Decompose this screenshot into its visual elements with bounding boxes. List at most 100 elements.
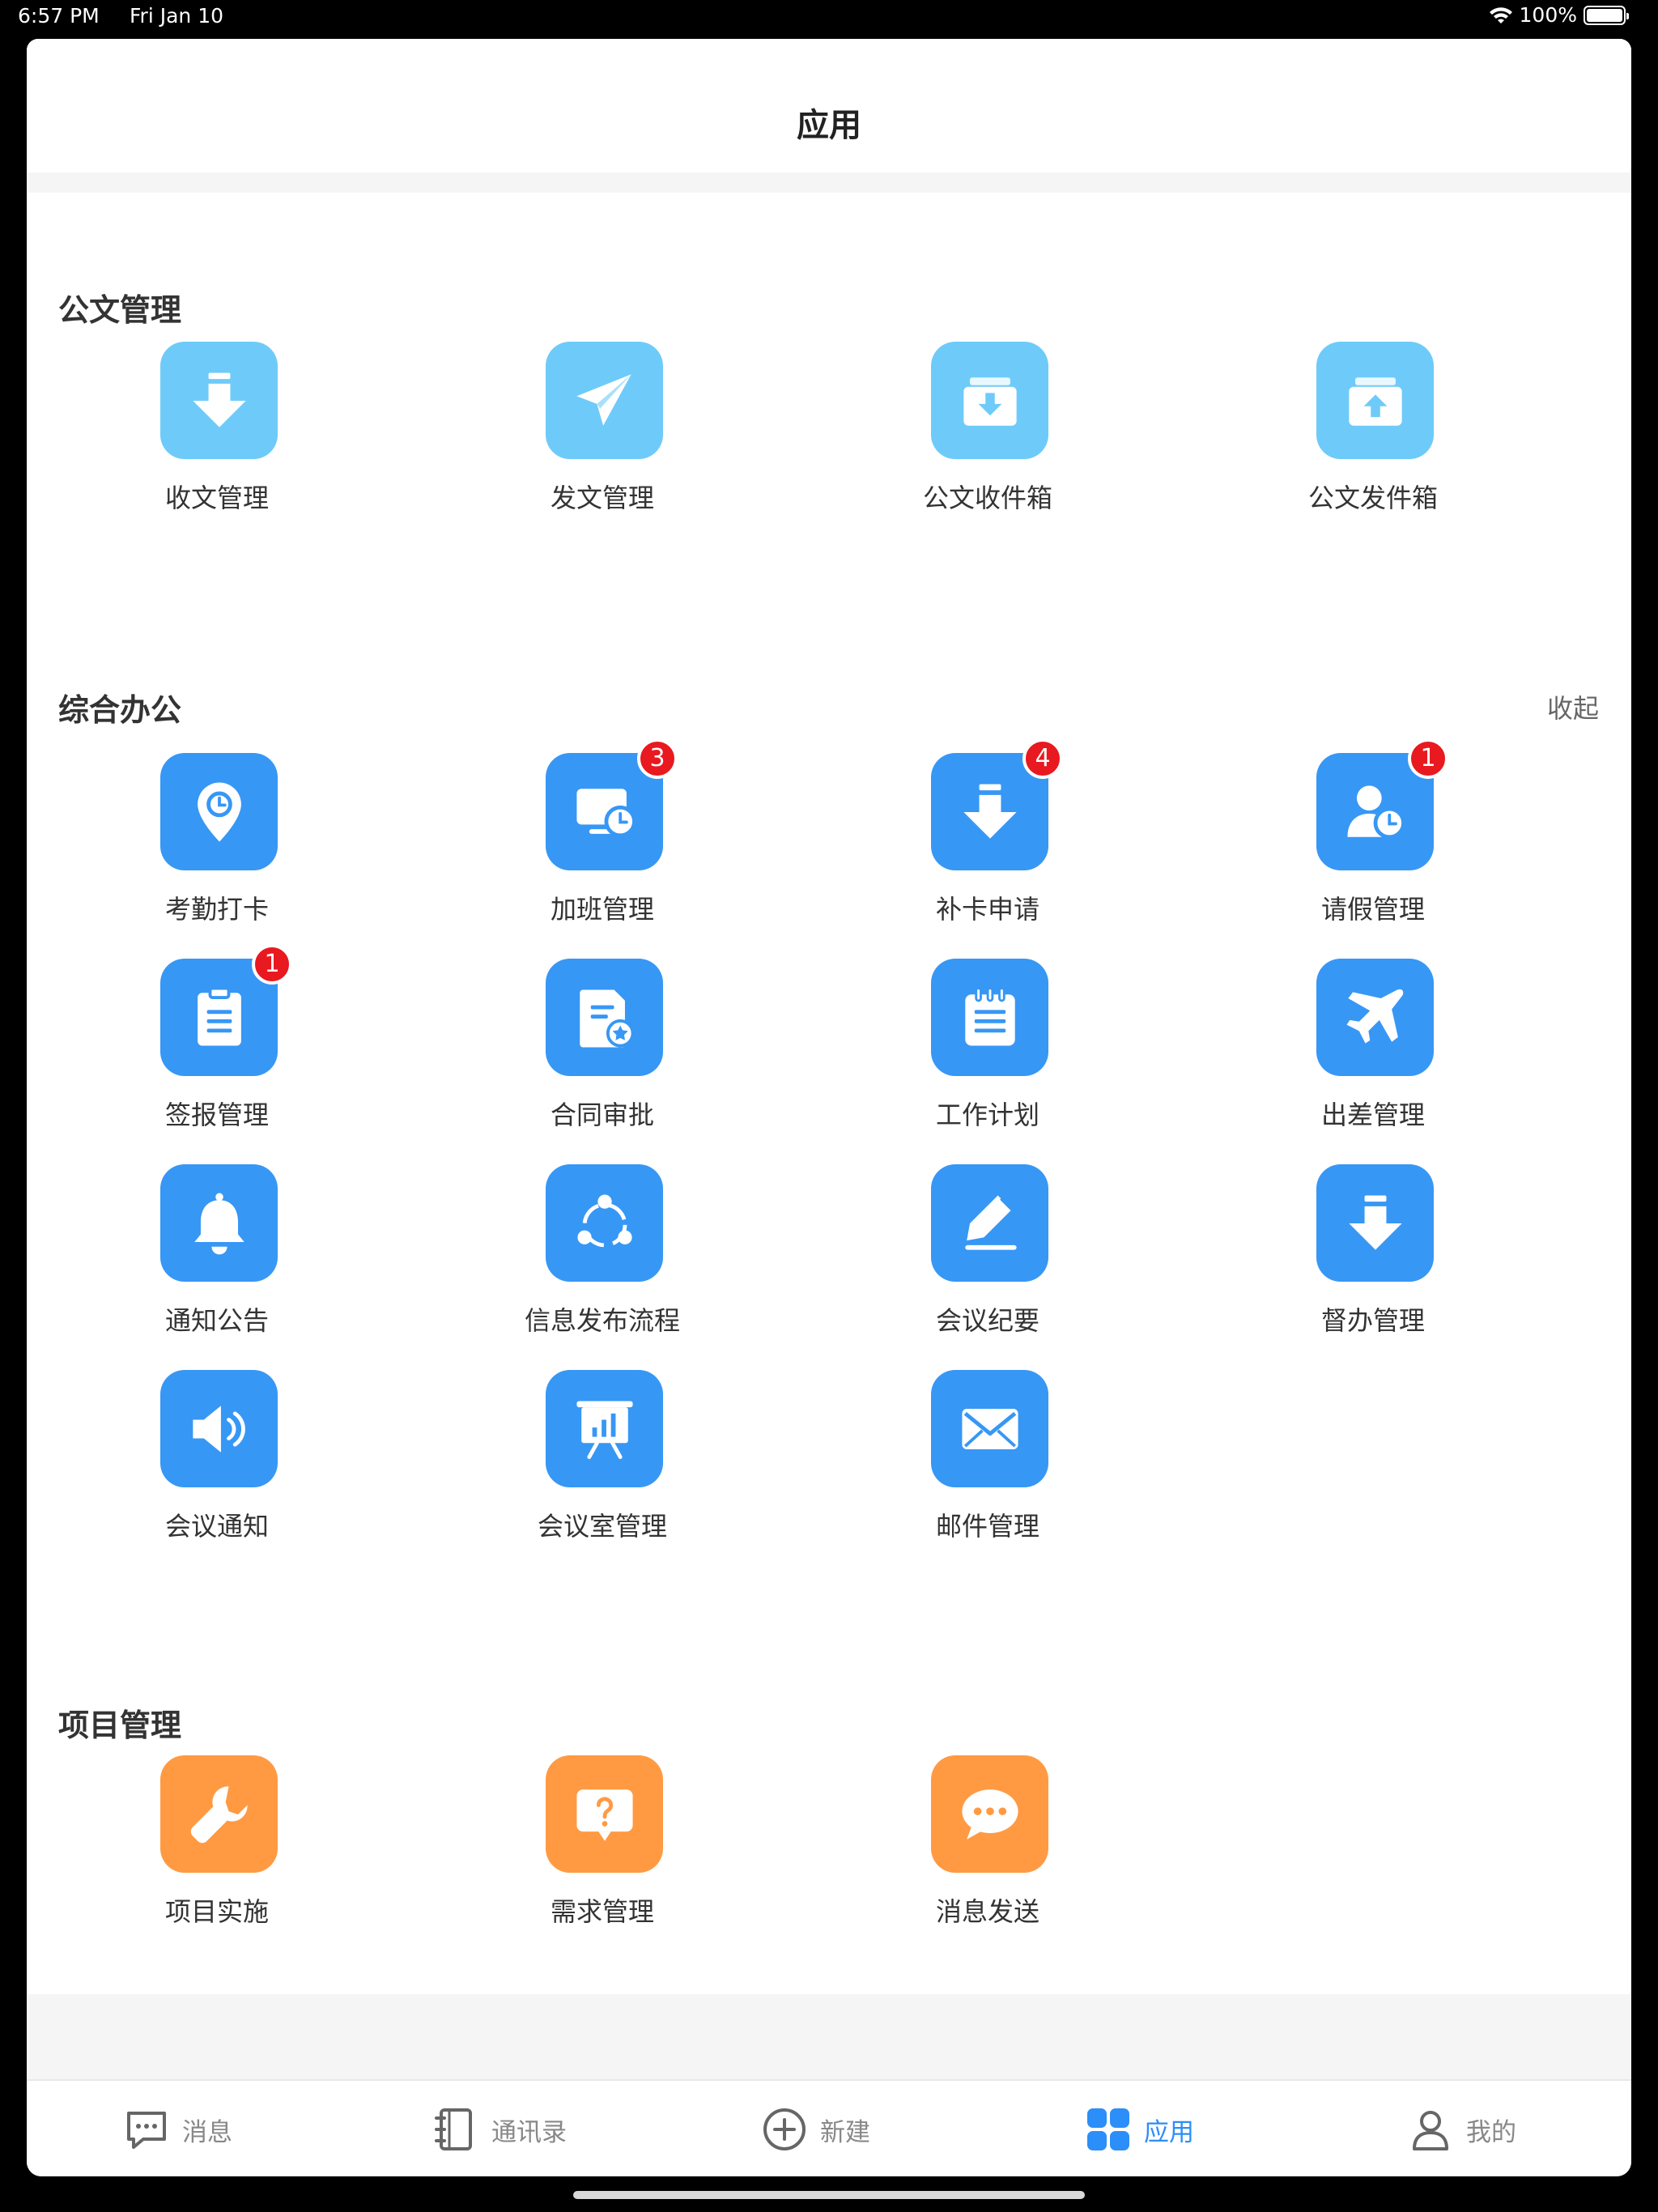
- app-label: 请假管理: [1320, 894, 1425, 925]
- battery-percent: 100%: [1519, 3, 1577, 27]
- app-label: 督办管理: [1320, 1305, 1425, 1336]
- app-minutes[interactable]: 会议纪要: [854, 1164, 1121, 1342]
- section-title-project: 项目管理: [58, 1708, 182, 1743]
- app-tile[interactable]: [160, 342, 278, 459]
- section-title-office: 综合办公: [58, 692, 182, 728]
- app-info-publish[interactable]: 信息发布流程: [469, 1164, 736, 1342]
- battery-icon: [1584, 5, 1629, 25]
- app-tile[interactable]: [160, 1164, 278, 1282]
- app-screen: 应用 公文管理 收文管理 发文管理 公文收件箱 公文发件箱 综合办公 收起 考勤…: [27, 39, 1631, 2176]
- app-business-trip[interactable]: 出差管理: [1239, 959, 1507, 1137]
- app-attendance[interactable]: 考勤打卡: [83, 753, 351, 931]
- app-tile[interactable]: [1316, 342, 1434, 459]
- inbox-box-icon: [963, 376, 1017, 426]
- tab-messages[interactable]: 消息: [122, 2081, 232, 2176]
- status-time: 6:57 PM: [18, 4, 100, 28]
- app-mail[interactable]: 邮件管理: [854, 1370, 1121, 1548]
- app-label: 会议室管理: [537, 1511, 667, 1542]
- app-requirement[interactable]: 需求管理: [469, 1755, 736, 1933]
- app-send-doc[interactable]: 发文管理: [469, 342, 736, 520]
- app-leave[interactable]: 1 请假管理: [1239, 738, 1507, 931]
- wifi-icon: [1489, 6, 1512, 23]
- app-work-plan[interactable]: 工作计划: [854, 959, 1121, 1137]
- tab-label: 通讯录: [491, 2117, 567, 2147]
- app-tile[interactable]: [1316, 1164, 1434, 1282]
- app-tile[interactable]: [931, 1755, 1048, 1873]
- envelope-icon: [961, 1408, 1018, 1449]
- tab-contacts[interactable]: 通讯录: [432, 2081, 567, 2176]
- app-tile[interactable]: [931, 1164, 1048, 1282]
- outbox-box-icon: [1348, 376, 1402, 426]
- app-receive-doc[interactable]: 收文管理: [83, 342, 351, 520]
- app-tile[interactable]: [931, 1370, 1048, 1487]
- app-card-fix[interactable]: 4 补卡申请: [854, 738, 1121, 931]
- app-tile[interactable]: [931, 959, 1048, 1076]
- app-label: 消息发送: [935, 1896, 1039, 1927]
- share-circle-icon: [576, 1193, 632, 1247]
- tab-label: 新建: [820, 2117, 870, 2147]
- app-tile[interactable]: [160, 1370, 278, 1487]
- notification-badge: 4: [1022, 738, 1063, 779]
- section-title-official-docs: 公文管理: [58, 292, 182, 328]
- app-doc-inbox[interactable]: 公文收件箱: [854, 342, 1121, 520]
- app-tile[interactable]: [546, 1370, 663, 1487]
- app-notice[interactable]: 通知公告: [83, 1164, 351, 1342]
- speaker-icon: [192, 1405, 245, 1453]
- app-meeting-room[interactable]: 会议室管理: [469, 1370, 736, 1548]
- tab-mine[interactable]: 我的: [1406, 2081, 1516, 2176]
- message-icon: [127, 2112, 166, 2149]
- notification-badge: 1: [1408, 738, 1448, 779]
- home-indicator: [573, 2191, 1085, 2199]
- app-tile[interactable]: [160, 753, 278, 870]
- app-label: 工作计划: [935, 1100, 1039, 1130]
- app-tile[interactable]: [931, 342, 1048, 459]
- question-bubble-icon: [576, 1789, 633, 1841]
- app-tile[interactable]: [546, 342, 663, 459]
- app-tile[interactable]: [160, 1755, 278, 1873]
- app-label: 会议通知: [164, 1511, 269, 1542]
- download-arrow-icon: [1348, 1194, 1402, 1250]
- airplane-icon: [1346, 989, 1403, 1044]
- app-label: 补卡申请: [935, 894, 1039, 925]
- apps-grid-icon: [1087, 2108, 1129, 2150]
- presentation-board-icon: [576, 1400, 633, 1459]
- wrench-icon: [190, 1785, 248, 1843]
- clipboard-icon: [197, 986, 241, 1046]
- tab-label: 应用: [1144, 2117, 1194, 2147]
- user-clock-icon: [1346, 785, 1405, 839]
- download-arrow-icon: [192, 372, 246, 428]
- app-tile[interactable]: [546, 959, 663, 1076]
- app-message-send[interactable]: 消息发送: [854, 1755, 1121, 1933]
- app-supervise[interactable]: 督办管理: [1239, 1164, 1507, 1342]
- app-doc-outbox[interactable]: 公文发件箱: [1239, 342, 1507, 520]
- app-tile[interactable]: [546, 1755, 663, 1873]
- app-tile[interactable]: [546, 1164, 663, 1282]
- app-project-impl[interactable]: 项目实施: [83, 1755, 351, 1933]
- app-label: 公文发件箱: [1307, 483, 1438, 513]
- status-bar: 6:57 PM Fri Jan 10 100%: [0, 0, 1658, 36]
- collapse-button[interactable]: 收起: [1547, 688, 1599, 725]
- app-list: 公文管理 收文管理 发文管理 公文收件箱 公文发件箱 综合办公 收起 考勤打卡 …: [27, 193, 1631, 1994]
- app-contract[interactable]: 合同审批: [469, 959, 736, 1137]
- tab-create[interactable]: 新建: [760, 2081, 870, 2176]
- location-clock-icon: [197, 782, 241, 841]
- app-meeting-notice[interactable]: 会议通知: [83, 1370, 351, 1548]
- app-label: 通知公告: [164, 1305, 269, 1336]
- page-title: 应用: [797, 107, 861, 144]
- app-report[interactable]: 1 签报管理: [83, 944, 351, 1137]
- app-overtime[interactable]: 3 加班管理: [469, 738, 736, 931]
- user-icon: [1413, 2111, 1448, 2150]
- app-tile[interactable]: [1316, 959, 1434, 1076]
- app-label: 信息发布流程: [524, 1305, 680, 1336]
- notepad-icon: [964, 986, 1015, 1046]
- download-arrow-icon: [963, 783, 1017, 839]
- notification-badge: 3: [637, 738, 678, 779]
- app-label: 需求管理: [550, 1896, 654, 1927]
- status-right: 100%: [1489, 3, 1629, 27]
- app-label: 公文收件箱: [922, 483, 1052, 513]
- app-label: 项目实施: [164, 1896, 269, 1927]
- notification-badge: 1: [252, 944, 292, 985]
- app-label: 会议纪要: [935, 1305, 1039, 1336]
- tab-apps[interactable]: 应用: [1084, 2081, 1194, 2176]
- app-label: 考勤打卡: [164, 894, 269, 925]
